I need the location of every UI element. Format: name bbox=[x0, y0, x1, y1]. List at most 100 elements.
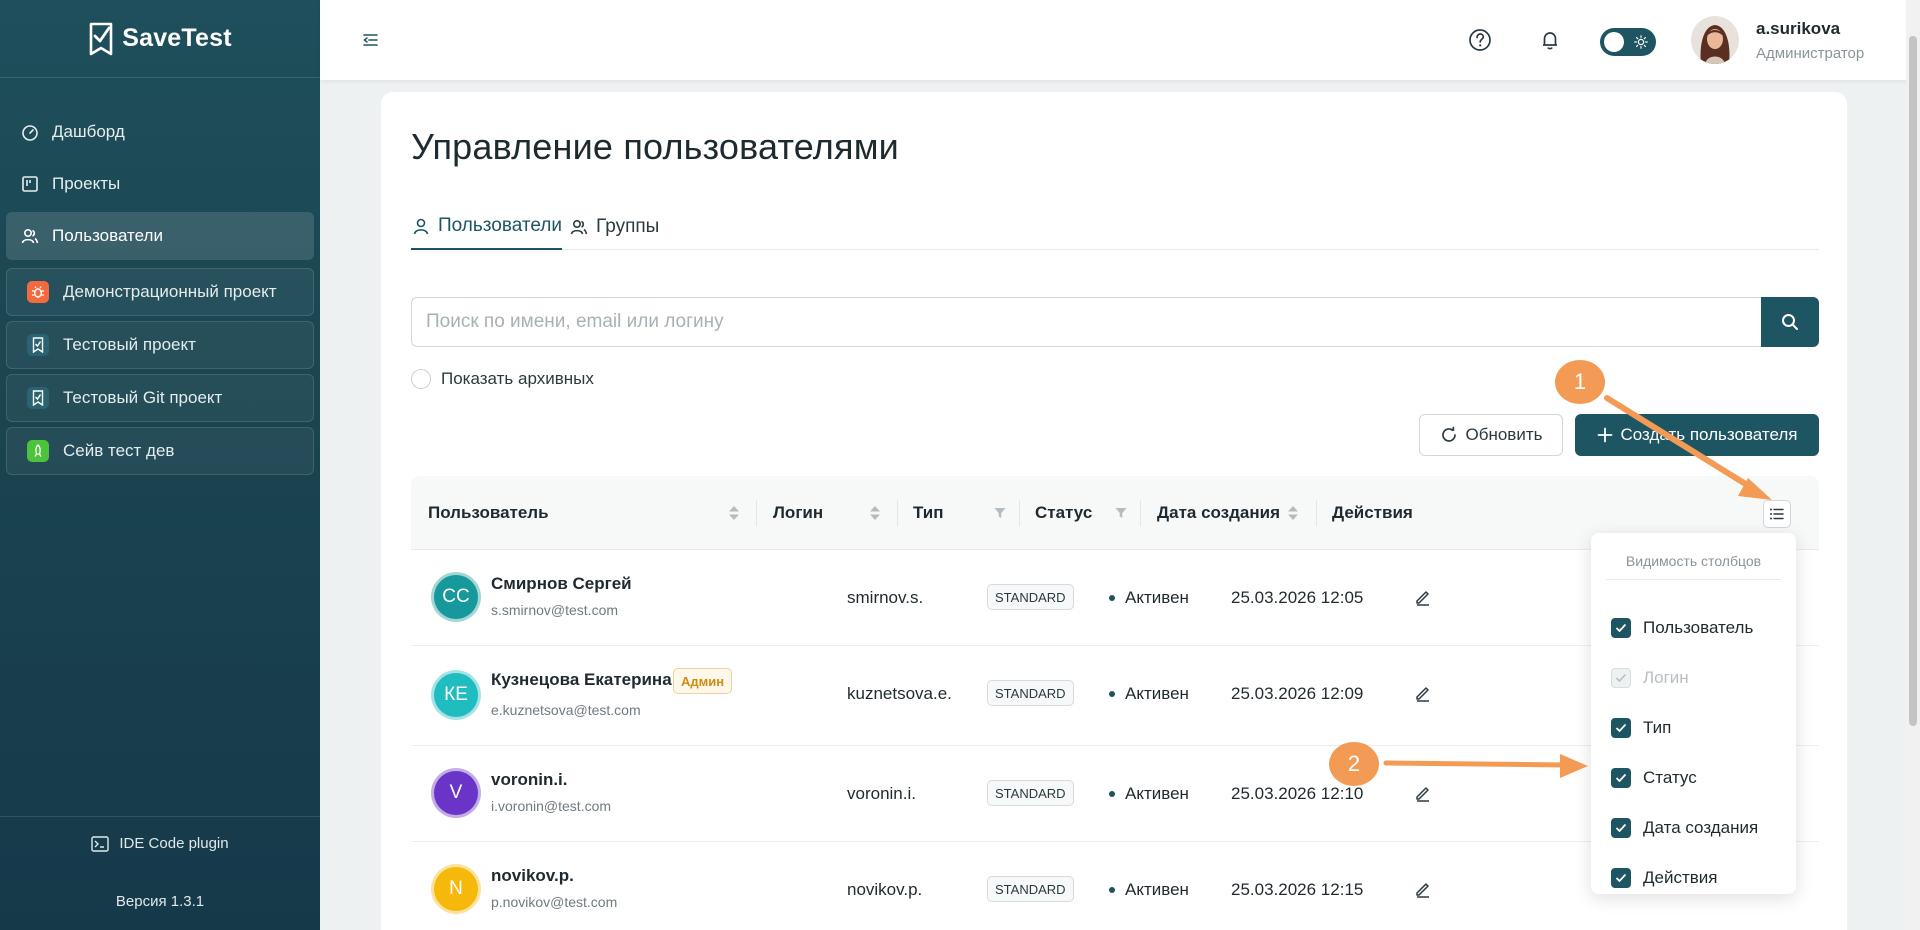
status-dot bbox=[1109, 791, 1115, 797]
column-divider bbox=[756, 500, 757, 526]
logo-icon bbox=[89, 22, 113, 55]
user-email: s.smirnov@test.com bbox=[491, 602, 619, 618]
check-icon bbox=[1615, 823, 1627, 833]
project-label: Демонстрационный проект bbox=[63, 282, 277, 301]
status-dot bbox=[1109, 887, 1115, 893]
status-label: Активен bbox=[1125, 684, 1189, 703]
create-user-button[interactable]: Создать пользователя bbox=[1575, 414, 1819, 456]
status-label: Активен bbox=[1125, 588, 1189, 607]
column-toggle-status[interactable]: Статус bbox=[1611, 765, 1697, 791]
user-full-name: novikov.p. bbox=[491, 866, 574, 885]
collapse-sidebar-icon[interactable] bbox=[360, 30, 380, 50]
user-type-badge: STANDARD bbox=[987, 680, 1074, 706]
sort-icon[interactable] bbox=[869, 505, 881, 521]
help-icon[interactable] bbox=[1466, 26, 1494, 54]
status-dot bbox=[1109, 595, 1115, 601]
checkbox-checked[interactable] bbox=[1611, 818, 1631, 838]
user-type-badge: STANDARD bbox=[987, 584, 1074, 610]
nav-item-dashboard[interactable]: Дашборд bbox=[6, 108, 314, 156]
column-visibility-popover: Видимость столбцов Пользователь Логин Ти… bbox=[1591, 533, 1796, 894]
nav-label: Дашборд bbox=[52, 122, 125, 141]
column-header-type[interactable]: Тип bbox=[913, 476, 943, 550]
theme-toggle[interactable] bbox=[1600, 28, 1656, 56]
column-toggle-type[interactable]: Тип bbox=[1611, 715, 1671, 741]
nav-label: Проекты bbox=[52, 174, 121, 193]
column-toggle-actions[interactable]: Действия bbox=[1611, 865, 1717, 891]
user-login: kuznetsova.e. bbox=[847, 684, 952, 703]
user-email: e.kuznetsova@test.com bbox=[491, 702, 641, 718]
edit-icon[interactable] bbox=[1414, 684, 1432, 702]
app-logo[interactable]: SaveTest bbox=[0, 0, 320, 78]
tab-label: Группы bbox=[596, 216, 660, 237]
user-login: smirnov.s. bbox=[847, 588, 924, 607]
checkbox-checked[interactable] bbox=[1611, 768, 1631, 788]
status-label: Активен bbox=[1125, 784, 1189, 803]
group-icon bbox=[570, 219, 588, 235]
avatar: СС bbox=[431, 572, 481, 622]
user-avatar[interactable] bbox=[1691, 16, 1739, 64]
user-type-badge: STANDARD bbox=[987, 876, 1074, 902]
checkbox-checked[interactable] bbox=[1611, 618, 1631, 638]
avatar: N bbox=[431, 864, 481, 914]
column-header-login[interactable]: Логин bbox=[773, 476, 823, 550]
tab-groups[interactable]: Группы bbox=[569, 204, 659, 250]
project-item-demo[interactable]: Демонстрационный проект bbox=[6, 268, 314, 316]
created-date: 25.03.2026 12:09 bbox=[1231, 684, 1364, 703]
created-date: 25.03.2026 12:15 bbox=[1231, 880, 1364, 899]
tab-users[interactable]: Пользователи bbox=[411, 204, 563, 250]
filter-icon[interactable] bbox=[994, 505, 1006, 521]
check-icon bbox=[1615, 623, 1627, 633]
user-name: a.surikova bbox=[1756, 19, 1841, 38]
project-item-savetest-dev[interactable]: Сейв тест дев bbox=[6, 427, 314, 475]
nav-item-users[interactable]: Пользователи bbox=[6, 212, 314, 260]
column-toggle-label: Логин bbox=[1643, 668, 1689, 687]
user-role: Администратор bbox=[1756, 45, 1865, 62]
check-icon bbox=[1615, 773, 1627, 783]
page-scrollbar[interactable] bbox=[1906, 0, 1920, 930]
tab-label: Пользователи bbox=[438, 215, 563, 236]
sort-icon[interactable] bbox=[1287, 505, 1299, 521]
scrollbar-thumb[interactable] bbox=[1909, 36, 1917, 726]
search-icon bbox=[1782, 314, 1798, 330]
column-toggle-label: Тип bbox=[1643, 718, 1672, 737]
created-date: 25.03.2026 12:10 bbox=[1231, 784, 1364, 803]
column-header-actions: Действия bbox=[1332, 503, 1413, 522]
user-login: novikov.p. bbox=[847, 880, 923, 899]
column-divider bbox=[1140, 500, 1141, 526]
edit-icon[interactable] bbox=[1414, 588, 1432, 606]
sort-icon[interactable] bbox=[728, 505, 740, 521]
edit-icon[interactable] bbox=[1414, 880, 1432, 898]
column-header-created[interactable]: Дата создания bbox=[1157, 476, 1280, 550]
search-input[interactable] bbox=[411, 297, 1761, 347]
refresh-button[interactable]: Обновить bbox=[1419, 414, 1563, 456]
edit-icon[interactable] bbox=[1414, 784, 1432, 802]
ide-plugin-link[interactable]: IDE Code plugin bbox=[0, 835, 320, 852]
bell-icon[interactable] bbox=[1536, 26, 1564, 54]
filter-icon[interactable] bbox=[1115, 505, 1127, 521]
column-toggle-label: Статус bbox=[1643, 768, 1697, 787]
user-status: Активен bbox=[1109, 684, 1189, 704]
project-item-test-git[interactable]: Тестовый Git проект bbox=[6, 374, 314, 422]
project-item-test[interactable]: Тестовый проект bbox=[6, 321, 314, 369]
nav-item-projects[interactable]: Проекты bbox=[6, 160, 314, 208]
column-toggle-user[interactable]: Пользователь bbox=[1611, 615, 1753, 641]
annotation-callout-1: 1 bbox=[1555, 360, 1605, 404]
sun-icon bbox=[1634, 35, 1648, 49]
column-header-user[interactable]: Пользователь bbox=[428, 476, 549, 550]
checkbox-checked[interactable] bbox=[1611, 718, 1631, 738]
show-archived-checkbox[interactable] bbox=[411, 369, 431, 389]
column-header-status[interactable]: Статус bbox=[1035, 476, 1092, 550]
column-toggle-created[interactable]: Дата создания bbox=[1611, 815, 1758, 841]
project-list: Демонстрационный проект Тестовый проект … bbox=[0, 268, 320, 475]
search-button[interactable] bbox=[1761, 297, 1819, 347]
plus-icon bbox=[1597, 427, 1612, 443]
show-archived: Показать архивных bbox=[411, 369, 594, 389]
user-status: Активен bbox=[1109, 588, 1189, 608]
column-visibility-button[interactable] bbox=[1763, 500, 1791, 528]
user-email: p.novikov@test.com bbox=[491, 894, 618, 910]
checkbox-checked[interactable] bbox=[1611, 868, 1631, 888]
status-dot bbox=[1109, 691, 1115, 697]
project-label: Тестовый проект bbox=[63, 335, 196, 354]
rocket-icon bbox=[27, 440, 49, 462]
show-archived-label: Показать архивных bbox=[441, 369, 594, 388]
